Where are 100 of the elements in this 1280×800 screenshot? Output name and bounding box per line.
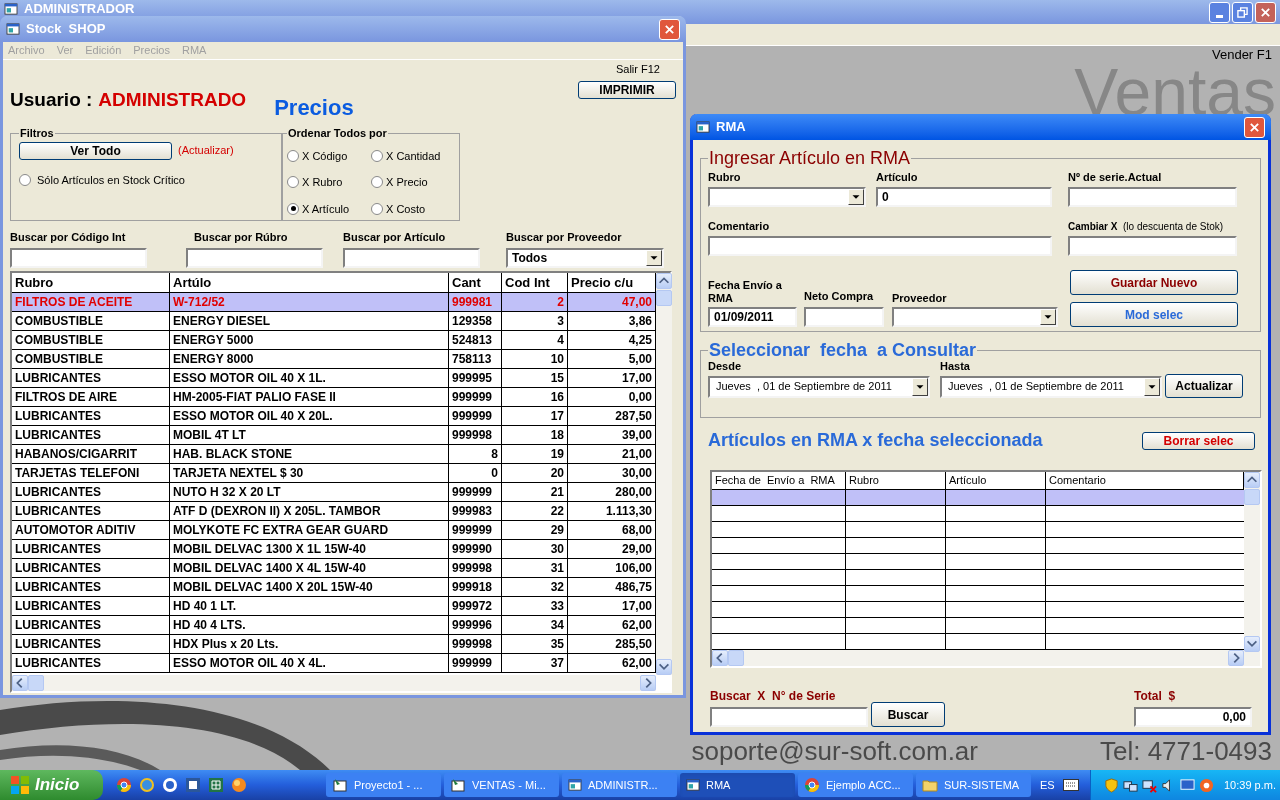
grid-row[interactable] [712, 586, 1244, 602]
grid-row[interactable] [712, 618, 1244, 634]
scroll-right-button[interactable] [640, 674, 656, 691]
horizontal-scrollbar[interactable] [712, 650, 1244, 666]
column-header[interactable]: Rubro [12, 272, 170, 293]
print-button[interactable]: IMPRIMIR [578, 80, 676, 99]
table-row[interactable]: LUBRICANTES MOBIL DELVAC 1400 X 4L 15W-40 999998 31 106,00 [12, 558, 656, 578]
taskbar-button[interactable]: VENTAS - Mi... [444, 773, 559, 797]
table-row[interactable]: LUBRICANTES ESSO MOTOR OIL 40 X 20L. 999999 17 287,50 [12, 406, 656, 426]
grid-row[interactable] [712, 522, 1244, 538]
scroll-thumb[interactable] [28, 674, 44, 691]
ball-icon[interactable] [231, 777, 247, 793]
column-header[interactable]: Cod Int [502, 272, 568, 293]
scroll-thumb[interactable] [1244, 489, 1260, 505]
input-field[interactable]: 01/09/2011 [708, 307, 797, 327]
modify-button[interactable]: Mod selec [1070, 302, 1238, 327]
table-row[interactable]: LUBRICANTES ESSO MOTOR OIL 40 X 4L. 999999 37 62,00 [12, 653, 656, 673]
taskbar-button[interactable]: SUR-SISTEMA [916, 773, 1031, 797]
radio-button[interactable] [19, 173, 31, 186]
table-row[interactable]: COMBUSTIBLE ENERGY 5000 524813 4 4,25 [12, 330, 656, 350]
grid-row[interactable] [712, 554, 1244, 570]
input-field[interactable] [186, 247, 323, 268]
table-row[interactable]: LUBRICANTES HDX Plus x 20 Lts. 999998 35 285,50 [12, 634, 656, 654]
dropdown-field[interactable] [708, 187, 866, 207]
grid-row[interactable] [712, 570, 1244, 586]
grid-row[interactable] [712, 602, 1244, 618]
network-error-icon[interactable] [1142, 777, 1157, 793]
dropdown-field[interactable] [892, 307, 1058, 327]
column-header[interactable]: Artúlo [170, 272, 449, 293]
date-picker[interactable]: Jueves , 01 de Septiembre de 2011 [708, 376, 930, 398]
grid-row[interactable] [712, 506, 1244, 522]
scroll-thumb[interactable] [728, 650, 744, 666]
monitor-icon[interactable] [1180, 777, 1195, 793]
scroll-down-button[interactable] [656, 658, 672, 675]
radio-button[interactable] [371, 149, 383, 162]
scroll-left-button[interactable] [12, 674, 28, 691]
date-picker[interactable]: Jueves , 01 de Septiembre de 2011 [940, 376, 1162, 398]
vertical-scrollbar[interactable] [656, 272, 672, 675]
table-row[interactable]: LUBRICANTES NUTO H 32 X 20 LT 999999 21 280,00 [12, 482, 656, 502]
table-row[interactable]: LUBRICANTES ATF D (DEXRON II) X 205L. TAMBOR 999983 22 1.113,30 [12, 501, 656, 521]
scroll-right-button[interactable] [1228, 650, 1244, 666]
table-row[interactable]: LUBRICANTES MOBIL 4T LT 999998 18 39,00 [12, 425, 656, 445]
grid-row[interactable] [712, 634, 1244, 650]
radio-button[interactable] [371, 202, 383, 215]
input-field[interactable] [343, 247, 480, 268]
app-icon[interactable] [1199, 777, 1214, 793]
radio-button[interactable] [287, 202, 299, 215]
globe-icon[interactable] [162, 777, 178, 793]
table-row[interactable]: LUBRICANTES HD 40 1 LT. 999972 33 17,00 [12, 596, 656, 616]
taskbar-button[interactable]: RMA [680, 773, 795, 797]
search-button[interactable]: Buscar [871, 702, 945, 727]
table-row[interactable]: HABANOS/CIGARRIT HAB. BLACK STONE 8 19 21,00 [12, 444, 656, 464]
table-row[interactable]: LUBRICANTES MOBIL DELVAC 1300 X 1L 15W-40 999990 30 29,00 [12, 539, 656, 559]
scroll-down-button[interactable] [1244, 636, 1260, 652]
spreadsheet-icon[interactable] [208, 777, 224, 793]
language-indicator[interactable]: ES [1040, 776, 1055, 794]
input-field[interactable] [710, 707, 868, 727]
view-all-button[interactable]: Ver Todo [19, 141, 172, 160]
input-field[interactable] [10, 247, 147, 268]
refresh-button[interactable]: Actualizar [1165, 374, 1243, 398]
input-field[interactable] [1068, 236, 1237, 256]
group-title: Filtros [19, 126, 55, 141]
taskbar-button[interactable]: Proyecto1 - ... [326, 773, 441, 797]
save-button[interactable]: Guardar Nuevo [1070, 270, 1238, 295]
input-field[interactable] [708, 236, 1052, 256]
radio-button[interactable] [287, 149, 299, 162]
close-button[interactable] [1244, 116, 1265, 138]
horizontal-scrollbar[interactable] [12, 674, 656, 691]
document-icon[interactable] [185, 777, 201, 793]
table-row[interactable]: TARJETAS TELEFONI TARJETA NEXTEL $ 30 0 20 30,00 [12, 463, 656, 483]
delete-button[interactable]: Borrar selec [1142, 431, 1255, 450]
scroll-left-button[interactable] [712, 650, 728, 666]
grid-row[interactable] [712, 490, 1244, 506]
table-row[interactable]: COMBUSTIBLE ENERGY DIESEL 129358 3 3,86 [12, 311, 656, 331]
taskbar-button[interactable]: ADMINISTR... [562, 773, 677, 797]
close-button[interactable] [1255, 2, 1276, 23]
table-row[interactable]: LUBRICANTES ESSO MOTOR OIL 40 X 1L. 999995 15 17,00 [12, 368, 656, 388]
radio-button[interactable] [371, 176, 383, 189]
close-button[interactable] [659, 18, 680, 40]
input-field[interactable] [1068, 187, 1237, 207]
table-row[interactable]: FILTROS DE AIRE HM-2005-FIAT PALIO FASE II 999999 16 0,00 [12, 387, 656, 407]
vertical-scrollbar[interactable] [1244, 472, 1260, 652]
taskbar-button[interactable]: Ejemplo ACC... [798, 773, 913, 797]
table-row[interactable]: LUBRICANTES HD 40 4 LTS. 999996 34 62,00 [12, 615, 656, 635]
grid-row[interactable] [712, 538, 1244, 554]
table-row[interactable]: AUTOMOTOR ADITIV MOLYKOTE FC EXTRA GEAR GUARD 999999 29 68,00 [12, 520, 656, 540]
scroll-up-button[interactable] [656, 272, 672, 289]
scroll-thumb[interactable] [656, 289, 672, 306]
table-row[interactable]: LUBRICANTES MOBIL DELVAC 1400 X 20L 15W-40 999918 32 486,75 [12, 577, 656, 597]
radio-button[interactable] [287, 176, 299, 189]
input-field[interactable]: 0 [876, 187, 1052, 207]
restore-button[interactable] [1232, 2, 1253, 23]
scroll-up-button[interactable] [1244, 472, 1260, 488]
column-header[interactable]: Cant [449, 272, 502, 293]
table-row[interactable]: COMBUSTIBLE ENERGY 8000 758113 10 5,00 [12, 349, 656, 369]
minimize-button[interactable] [1209, 2, 1230, 23]
dropdown-field[interactable]: Todos [506, 247, 664, 268]
globe-icon[interactable] [139, 777, 155, 793]
keyboard-icon[interactable] [1062, 779, 1079, 791]
input-field[interactable] [804, 307, 884, 327]
